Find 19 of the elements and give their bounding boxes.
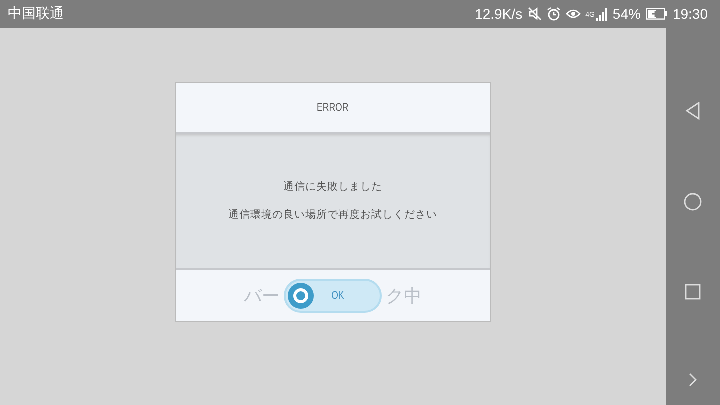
battery-percent: 54% bbox=[612, 6, 641, 22]
clock-time: 19:30 bbox=[672, 6, 708, 22]
eye-icon bbox=[566, 8, 581, 20]
faded-caption: バー bbox=[244, 284, 280, 308]
ring-icon bbox=[288, 282, 314, 308]
error-message: 通信に失敗しました bbox=[284, 180, 382, 194]
ok-button[interactable]: OK bbox=[284, 278, 382, 312]
back-icon[interactable] bbox=[685, 102, 701, 120]
recents-icon[interactable] bbox=[685, 284, 701, 300]
home-icon[interactable] bbox=[684, 193, 702, 211]
faded-caption: ク中 bbox=[386, 284, 422, 308]
muted-speaker-icon bbox=[528, 7, 542, 21]
alarm-icon bbox=[546, 7, 561, 21]
signal-icon bbox=[596, 8, 608, 20]
dialog-title: ERROR bbox=[317, 102, 349, 114]
error-message: 通信環境の良い場所で再度お試しください bbox=[228, 208, 438, 222]
carrier-name: 中国联通 bbox=[8, 5, 64, 23]
chevron-right-icon[interactable] bbox=[689, 373, 697, 387]
network-speed: 12.9K/s bbox=[475, 6, 523, 22]
